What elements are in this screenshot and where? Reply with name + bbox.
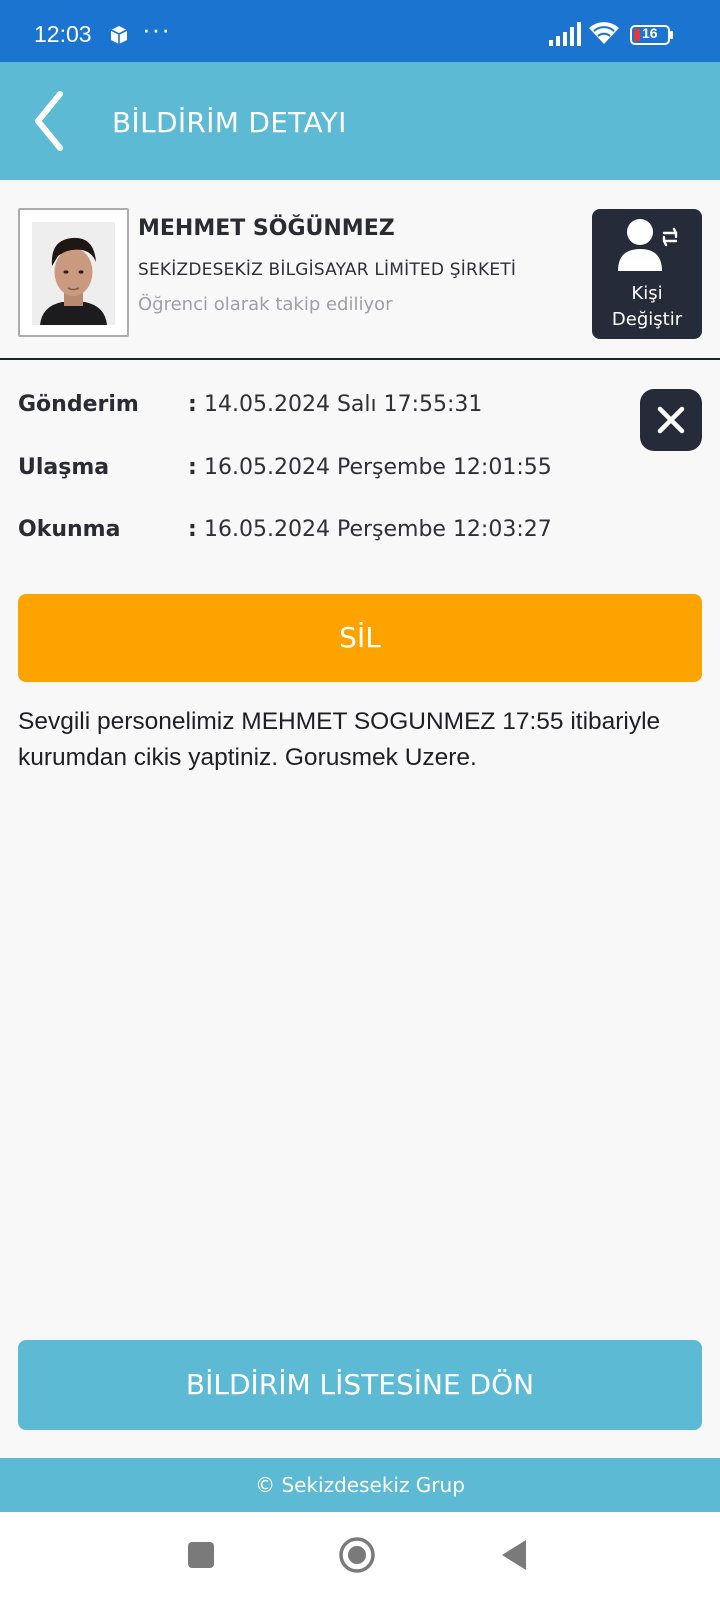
system-nav-bar (0, 1512, 720, 1600)
footer-text: © Sekizdesekiz Grup (255, 1473, 465, 1497)
page-title: BİLDİRİM DETAYI (112, 106, 347, 139)
detail-label: Gönderim (18, 392, 139, 417)
status-time: 12:03 (34, 21, 92, 47)
wifi-icon (589, 22, 619, 44)
profile-card: MEHMET SÖĞÜNMEZ SEKİZDESEKİZ BİLGİSAYAR … (0, 180, 720, 360)
battery-level: 16 (642, 25, 658, 41)
footer: © Sekizdesekiz Grup (0, 1458, 720, 1512)
close-button[interactable] (640, 389, 702, 451)
detail-colon: : (188, 392, 197, 417)
message-body: Sevgili personelimiz MEHMET SOGUNMEZ 17:… (18, 708, 661, 771)
detail-colon: : (188, 517, 197, 542)
change-person-button[interactable]: Kişi Değiştir (592, 209, 702, 339)
recent-apps-icon[interactable] (188, 1542, 214, 1568)
package-icon (110, 26, 128, 44)
return-to-list-button[interactable]: BİLDİRİM LİSTESİNE DÖN (18, 1340, 702, 1430)
company-name: SEKİZDESEKİZ BİLGİSAYAR LİMİTED ŞİRKETİ (138, 260, 517, 280)
more-notifications-icon: ··· (142, 14, 171, 44)
delete-button[interactable]: SİL (18, 594, 702, 682)
follow-status: Öğrenci olarak takip ediliyor (138, 294, 393, 315)
close-icon (657, 406, 685, 434)
detail-label: Ulaşma (18, 455, 110, 480)
home-icon[interactable] (338, 1536, 376, 1574)
detail-value: 14.05.2024 Salı 17:55:31 (204, 392, 483, 417)
detail-value: 16.05.2024 Perşembe 12:03:27 (204, 517, 552, 542)
status-bar: 12:03 ··· 16 (0, 0, 720, 62)
avatar (18, 208, 129, 337)
signal-icon (549, 22, 581, 46)
change-person-label: Kişi Değiştir (611, 283, 683, 330)
detail-value: 16.05.2024 Perşembe 12:01:55 (204, 455, 552, 480)
nav-back-icon[interactable] (500, 1538, 528, 1572)
detail-label: Okunma (18, 517, 121, 542)
chevron-left-icon[interactable] (28, 88, 72, 154)
app-header: BİLDİRİM DETAYI (0, 62, 720, 180)
person-name: MEHMET SÖĞÜNMEZ (138, 216, 395, 241)
avatar-photo (32, 222, 115, 325)
detail-colon: : (188, 455, 197, 480)
user-swap-icon (618, 219, 678, 271)
